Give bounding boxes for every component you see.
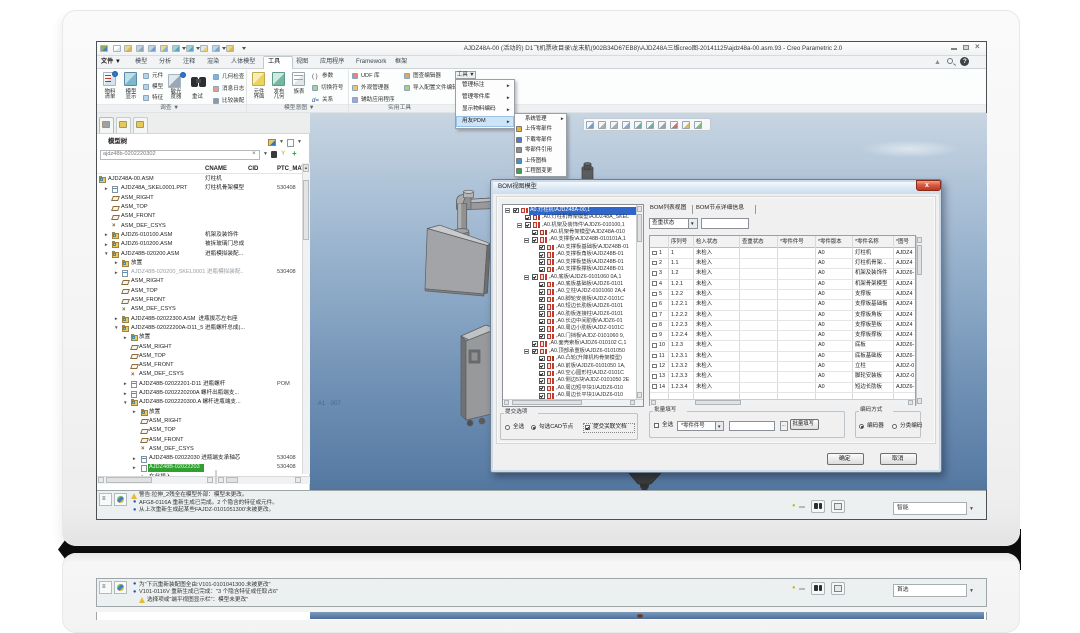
svg-text:A1 · 007: A1 · 007 <box>318 401 341 407</box>
